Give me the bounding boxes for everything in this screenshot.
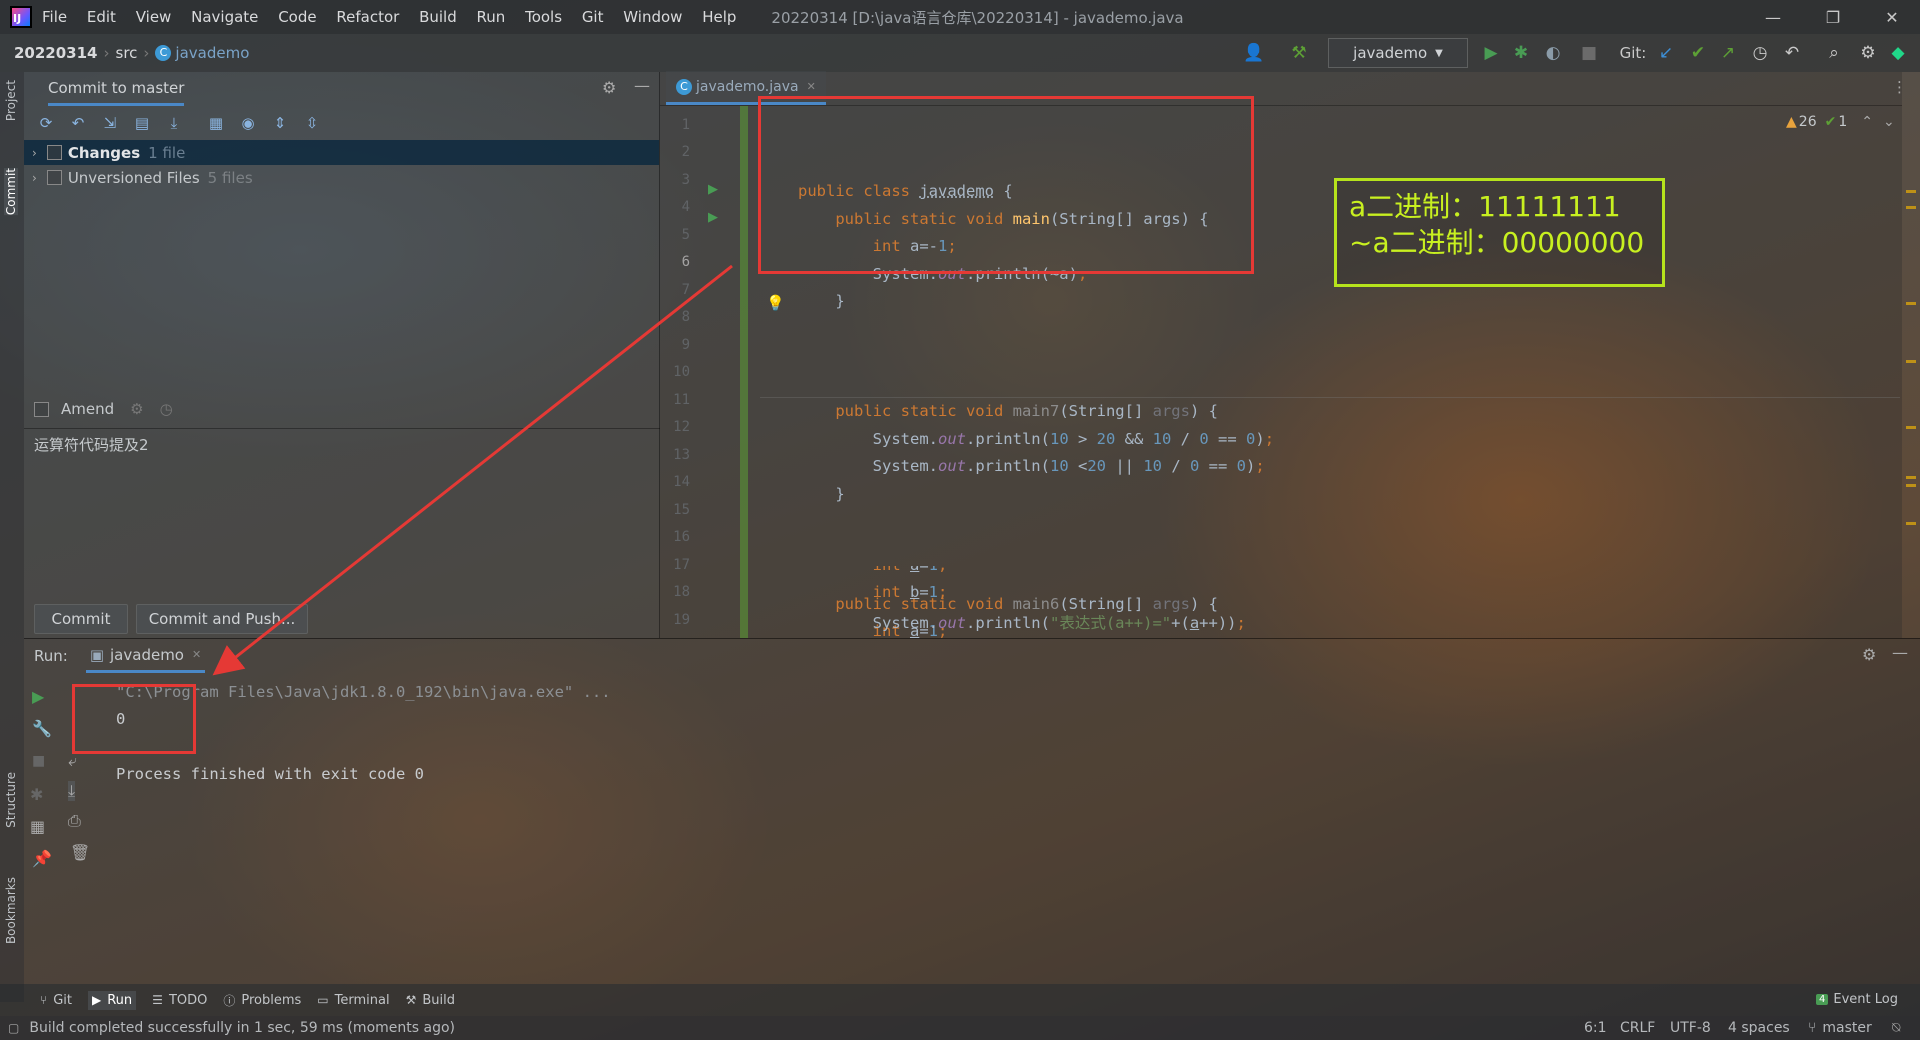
annotation-arrow (212, 264, 733, 676)
